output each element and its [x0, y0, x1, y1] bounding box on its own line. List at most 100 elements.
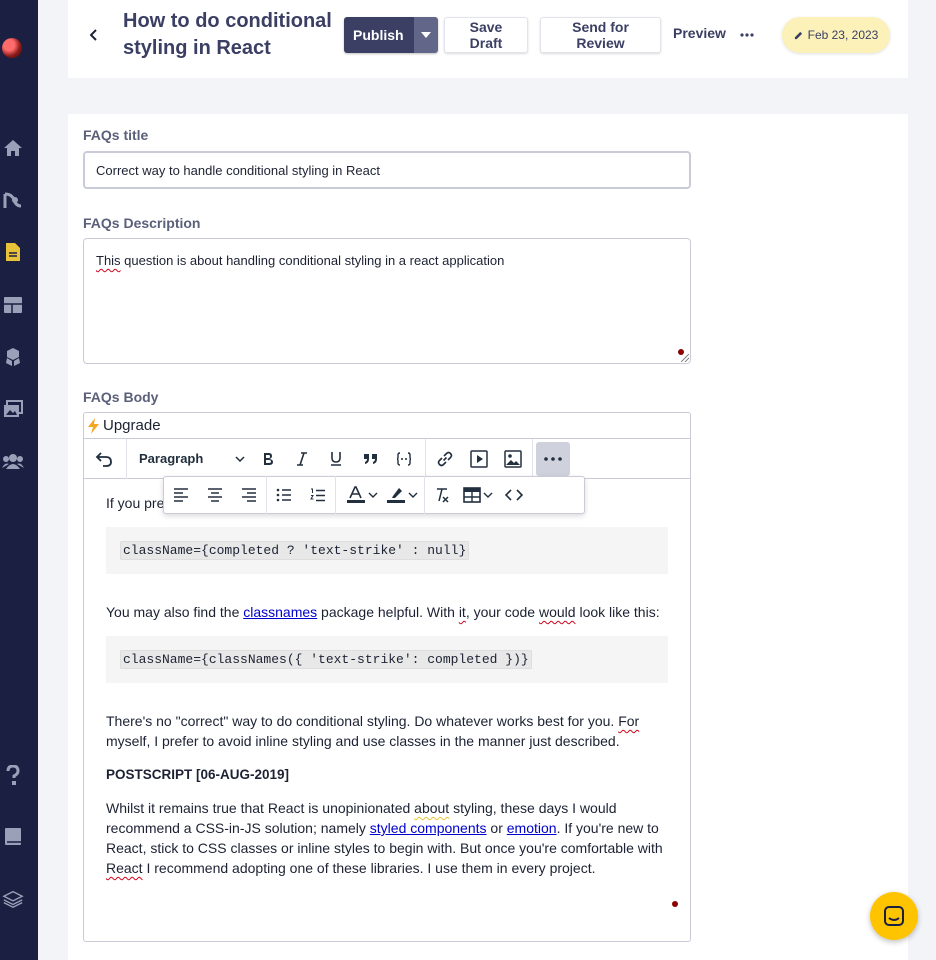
- insert-image-button[interactable]: [496, 442, 530, 476]
- classnames-link[interactable]: classnames: [243, 604, 317, 620]
- clear-formatting-button[interactable]: [425, 478, 459, 512]
- more-horizontal-icon: [544, 456, 562, 461]
- help-icon[interactable]: [2, 764, 24, 786]
- caret-down-icon: [420, 32, 431, 38]
- postscript-heading: POSTSCRIPT [06-AUG-2019]: [106, 767, 290, 782]
- code-sample-button[interactable]: [387, 442, 421, 476]
- underline-button[interactable]: [319, 442, 353, 476]
- faq-title-input[interactable]: [83, 151, 691, 189]
- publish-button-group: Publish: [344, 17, 438, 53]
- rich-text-editor: Upgrade Paragraph If you pre className={…: [83, 412, 691, 942]
- align-left-icon: [174, 488, 188, 502]
- faq-title-label: FAQs title: [83, 127, 149, 143]
- quote-icon: [363, 453, 377, 464]
- paragraph-postscript: Whilst it remains true that React is uno…: [106, 800, 663, 876]
- back-button[interactable]: [84, 24, 104, 46]
- analytics-icon[interactable]: [2, 189, 24, 211]
- align-left-button[interactable]: [164, 478, 198, 512]
- faq-body-label: FAQs Body: [83, 389, 159, 405]
- inline-code: className={completed ? 'text-strike' : n…: [120, 541, 470, 560]
- document-icon[interactable]: [2, 241, 24, 263]
- preview-button[interactable]: Preview: [673, 25, 726, 41]
- highlighter-icon: [387, 488, 405, 503]
- italic-button[interactable]: [285, 442, 319, 476]
- align-center-button[interactable]: [198, 478, 232, 512]
- media-icon[interactable]: [2, 398, 24, 420]
- save-draft-button[interactable]: Save Draft: [444, 17, 528, 53]
- text-color-button[interactable]: [342, 478, 382, 512]
- spellcheck-indicator: [672, 901, 678, 907]
- chevron-down-icon: [235, 455, 245, 462]
- sidebar: [0, 0, 38, 960]
- faq-description-textarea[interactable]: This question is about handling conditio…: [83, 238, 691, 364]
- clear-format-icon: [437, 488, 449, 503]
- chevron-down-icon: [408, 492, 418, 498]
- components-icon[interactable]: [2, 346, 24, 368]
- publish-button[interactable]: Publish: [344, 17, 414, 53]
- video-icon: [470, 449, 488, 468]
- chevron-down-icon: [368, 492, 378, 498]
- toolbar-separator: [532, 438, 533, 479]
- chat-launcher-button[interactable]: [870, 892, 918, 940]
- chat-icon: [884, 906, 904, 926]
- book-icon[interactable]: [2, 826, 24, 848]
- more-options-button[interactable]: [738, 28, 756, 42]
- numbered-list-button[interactable]: [301, 478, 335, 512]
- misspelled-word: This: [96, 253, 121, 268]
- code-icon: [505, 489, 523, 501]
- editor-header: How to do conditional styling in React P…: [68, 0, 908, 78]
- emotion-link[interactable]: emotion: [507, 820, 557, 836]
- image-icon: [504, 449, 522, 468]
- paragraph-classnames: You may also find the classnames package…: [106, 604, 660, 620]
- more-tools-button[interactable]: [536, 441, 570, 476]
- users-icon[interactable]: [2, 450, 24, 472]
- toolbar-separator: [425, 438, 426, 479]
- bold-button[interactable]: [251, 442, 285, 476]
- undo-icon: [95, 451, 112, 467]
- avatar[interactable]: [2, 38, 22, 58]
- resize-handle[interactable]: [681, 354, 689, 362]
- numbered-list-icon: [310, 488, 325, 501]
- overflow-toolbar: [163, 476, 585, 514]
- block-format-value: Paragraph: [139, 451, 204, 466]
- pencil-icon: [794, 31, 802, 39]
- block-format-select[interactable]: Paragraph: [127, 442, 251, 476]
- lightning-icon: [88, 417, 99, 434]
- insert-media-button[interactable]: [462, 442, 496, 476]
- align-right-icon: [242, 488, 256, 502]
- faq-form: FAQs title FAQs Description This questio…: [68, 114, 908, 960]
- more-horizontal-icon: [740, 33, 754, 37]
- description-text: question is about handling conditional s…: [120, 253, 505, 268]
- paragraph-correct-way: There's no "correct" way to do condition…: [106, 713, 640, 749]
- date-badge[interactable]: Feb 23, 2023: [782, 17, 890, 53]
- editor-toolbar: Paragraph: [84, 438, 690, 479]
- upgrade-banner[interactable]: Upgrade: [84, 413, 690, 439]
- italic-icon: [297, 451, 307, 466]
- code-block: className={classNames({ 'text-strike': c…: [106, 636, 668, 683]
- link-icon: [437, 451, 453, 466]
- bullet-list-button[interactable]: [267, 478, 301, 512]
- underline-icon: [331, 452, 341, 466]
- layers-icon[interactable]: [2, 888, 24, 910]
- layout-icon[interactable]: [2, 294, 24, 316]
- source-code-button[interactable]: [497, 478, 531, 512]
- align-right-button[interactable]: [232, 478, 266, 512]
- date-text: Feb 23, 2023: [807, 28, 879, 42]
- upgrade-label: Upgrade: [103, 417, 161, 434]
- editor-content[interactable]: If you pre className={completed ? 'text-…: [84, 479, 690, 941]
- link-button[interactable]: [428, 442, 462, 476]
- table-button[interactable]: [459, 478, 497, 512]
- publish-dropdown-button[interactable]: [413, 17, 438, 53]
- undo-button[interactable]: [87, 442, 121, 476]
- blockquote-button[interactable]: [353, 442, 387, 476]
- home-icon[interactable]: [2, 137, 24, 159]
- chevron-left-icon: [90, 29, 97, 41]
- page-title: How to do conditional styling in React: [123, 10, 332, 59]
- send-for-review-button[interactable]: Send for Review: [540, 17, 661, 53]
- toolbar-separator: [335, 476, 336, 514]
- code-block: className={completed ? 'text-strike' : n…: [106, 527, 668, 574]
- faq-description-label: FAQs Description: [83, 215, 201, 231]
- inline-code: className={classNames({ 'text-strike': c…: [120, 650, 532, 669]
- styled-components-link[interactable]: styled components: [370, 820, 487, 836]
- highlight-color-button[interactable]: [382, 478, 422, 512]
